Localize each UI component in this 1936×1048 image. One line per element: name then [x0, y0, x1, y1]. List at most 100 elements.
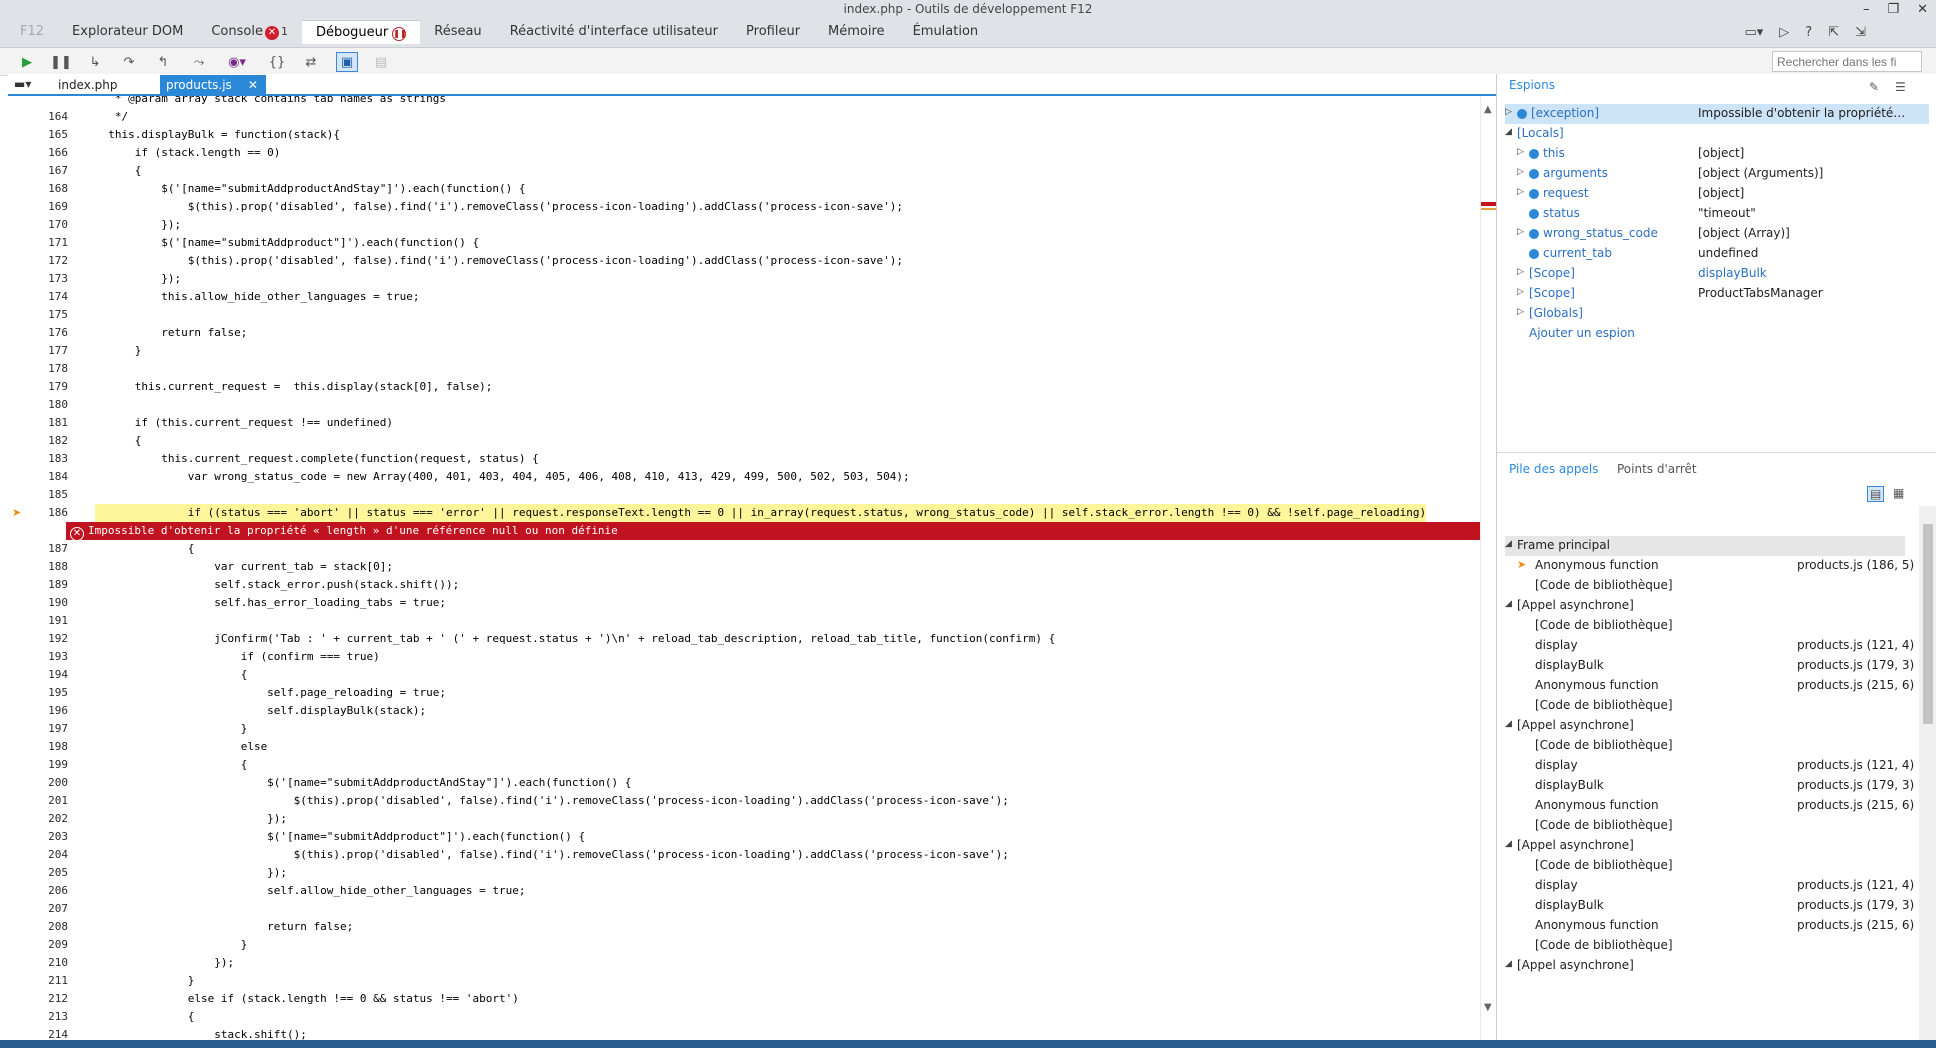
- step-over-icon[interactable]: ↷: [118, 52, 140, 72]
- code-line[interactable]: 189 self.stack_error.push(stack.shift())…: [8, 576, 1496, 594]
- restore-button[interactable]: ❐: [1887, 2, 1899, 17]
- line-number[interactable]: 172: [28, 252, 68, 270]
- line-number[interactable]: 200: [28, 774, 68, 792]
- watch-row[interactable]: ▷ this [object]: [1505, 144, 1929, 164]
- code-line[interactable]: 201 $(this).prop('disabled', false).find…: [8, 792, 1496, 810]
- show-async-icon[interactable]: ▤: [1867, 486, 1885, 502]
- line-number[interactable]: 212: [28, 990, 68, 1008]
- collapse-icon[interactable]: ◢: [1505, 959, 1512, 969]
- line-number[interactable]: 211: [28, 972, 68, 990]
- expand-icon[interactable]: ▷: [1505, 107, 1512, 117]
- call-stack-frame[interactable]: displayBulk products.js (179, 3): [1505, 896, 1914, 916]
- just-my-code-icon[interactable]: ▣: [336, 52, 358, 72]
- code-line[interactable]: 175: [8, 306, 1496, 324]
- watch-row[interactable]: ▷ [Scope] ProductTabsManager: [1505, 284, 1929, 304]
- line-number[interactable]: 193: [28, 648, 68, 666]
- tab-f12[interactable]: F12: [0, 20, 58, 44]
- line-number[interactable]: 182: [28, 432, 68, 450]
- code-line[interactable]: 173 });: [8, 270, 1496, 288]
- pretty-print-icon[interactable]: {}: [266, 52, 288, 72]
- pane-splitter[interactable]: [1497, 452, 1936, 453]
- step-out-icon[interactable]: ↰: [152, 52, 174, 72]
- code-line[interactable]: 192 jConfirm('Tab : ' + current_tab + ' …: [8, 630, 1496, 648]
- add-watch-icon[interactable]: ✎: [1869, 80, 1879, 94]
- code-line[interactable]: 202 });: [8, 810, 1496, 828]
- code-line[interactable]: 211 }: [8, 972, 1496, 990]
- tab-call-stack[interactable]: Pile des appels: [1509, 462, 1598, 476]
- call-stack-frame[interactable]: [Code de bibliothèque]: [1505, 616, 1905, 636]
- scroll-thumb[interactable]: [1923, 524, 1933, 724]
- code-line[interactable]: 188 var current_tab = stack[0];: [8, 558, 1496, 576]
- code-line[interactable]: 164 */: [8, 108, 1496, 126]
- code-line[interactable]: 193 if (confirm === true): [8, 648, 1496, 666]
- expand-icon[interactable]: ▷: [1517, 167, 1524, 177]
- code-line[interactable]: 209 }: [8, 936, 1496, 954]
- code-line[interactable]: 194 {: [8, 666, 1496, 684]
- tab-profiler[interactable]: Profileur: [732, 20, 814, 44]
- line-number[interactable]: 203: [28, 828, 68, 846]
- code-line[interactable]: 186 if ((status === 'abort' || status ==…: [8, 504, 1496, 522]
- code-line[interactable]: 176 return false;: [8, 324, 1496, 342]
- code-line[interactable]: 190 self.has_error_loading_tabs = true;: [8, 594, 1496, 612]
- watch-row[interactable]: ▷ [exception] Impossible d'obtenir la prop…: [1505, 104, 1929, 124]
- call-stack-group[interactable]: ◢ [Appel asynchrone]: [1505, 836, 1905, 856]
- code-line[interactable]: 167 {: [8, 162, 1496, 180]
- close-button[interactable]: ✕: [1917, 2, 1928, 17]
- code-line[interactable]: 182 {: [8, 432, 1496, 450]
- console-toggle-icon[interactable]: ▷: [1779, 25, 1789, 40]
- code-line[interactable]: 196 self.displayBulk(stack);: [8, 702, 1496, 720]
- call-stack-frame[interactable]: display products.js (121, 4): [1505, 636, 1914, 656]
- line-number[interactable]: 192: [28, 630, 68, 648]
- call-stack-frame[interactable]: displayBulk products.js (179, 3): [1505, 776, 1914, 796]
- call-stack-scrollbar[interactable]: [1919, 506, 1936, 1046]
- code-line[interactable]: 185: [8, 486, 1496, 504]
- code-line[interactable]: 172 $(this).prop('disabled', false).find…: [8, 252, 1496, 270]
- call-stack-frame[interactable]: [Code de bibliothèque]: [1505, 576, 1905, 596]
- line-number[interactable]: 198: [28, 738, 68, 756]
- code-line[interactable]: 181 if (this.current_request !== undefin…: [8, 414, 1496, 432]
- code-line[interactable]: 208 return false;: [8, 918, 1496, 936]
- call-stack-frame[interactable]: Anonymous function products.js (215, 6): [1505, 796, 1914, 816]
- code-line[interactable]: 206 self.allow_hide_other_languages = tr…: [8, 882, 1496, 900]
- code-editor[interactable]: * @param array stack contains tab names …: [8, 96, 1496, 1040]
- dock-icon[interactable]: ▭▾: [1744, 25, 1763, 40]
- watch-row[interactable]: ▷ arguments [object (Arguments)]: [1505, 164, 1929, 184]
- call-stack-frame[interactable]: Anonymous function products.js (215, 6): [1505, 676, 1914, 696]
- call-stack-group[interactable]: ◢ [Appel asynchrone]: [1505, 596, 1905, 616]
- line-number[interactable]: 177: [28, 342, 68, 360]
- code-line[interactable]: 205 });: [8, 864, 1496, 882]
- expand-icon[interactable]: ▷: [1517, 287, 1524, 297]
- expand-icon[interactable]: ▷: [1517, 187, 1524, 197]
- line-number[interactable]: 173: [28, 270, 68, 288]
- call-stack-frame[interactable]: [Code de bibliothèque]: [1505, 856, 1905, 876]
- line-number[interactable]: 205: [28, 864, 68, 882]
- call-stack-frame[interactable]: [Code de bibliothèque]: [1505, 936, 1905, 956]
- line-number[interactable]: 187: [28, 540, 68, 558]
- collapse-icon[interactable]: ◢: [1505, 839, 1512, 849]
- expand-icon[interactable]: ▷: [1517, 147, 1524, 157]
- open-document-icon[interactable]: ▬▾: [14, 77, 31, 91]
- source-map-icon[interactable]: ▤: [370, 52, 392, 72]
- code-line[interactable]: 171 $('[name="submitAddproduct"]').each(…: [8, 234, 1496, 252]
- call-stack-frame[interactable]: [Code de bibliothèque]: [1505, 696, 1905, 716]
- minimize-button[interactable]: –: [1863, 2, 1870, 17]
- watch-row[interactable]: status "timeout": [1505, 204, 1929, 224]
- line-number[interactable]: 204: [28, 846, 68, 864]
- watch-row[interactable]: ▷ request [object]: [1505, 184, 1929, 204]
- code-line[interactable]: 178: [8, 360, 1496, 378]
- expand-icon[interactable]: ▷: [1517, 307, 1524, 317]
- code-line[interactable]: 197 }: [8, 720, 1496, 738]
- tab-emulation[interactable]: Émulation: [899, 20, 993, 44]
- code-line[interactable]: 170 });: [8, 216, 1496, 234]
- expand-icon[interactable]: ▷: [1517, 267, 1524, 277]
- line-number[interactable]: 184: [28, 468, 68, 486]
- watch-row[interactable]: current_tab undefined: [1505, 244, 1929, 264]
- call-stack-frame[interactable]: ➤ Anonymous function products.js (186, 5): [1505, 556, 1914, 576]
- line-number[interactable]: 175: [28, 306, 68, 324]
- watch-row[interactable]: ▷ [Scope] displayBulk: [1505, 264, 1929, 284]
- line-number[interactable]: 179: [28, 378, 68, 396]
- tab-network[interactable]: Réseau: [420, 20, 495, 44]
- line-number[interactable]: 181: [28, 414, 68, 432]
- code-line[interactable]: 179 this.current_request = this.display(…: [8, 378, 1496, 396]
- line-number[interactable]: 188: [28, 558, 68, 576]
